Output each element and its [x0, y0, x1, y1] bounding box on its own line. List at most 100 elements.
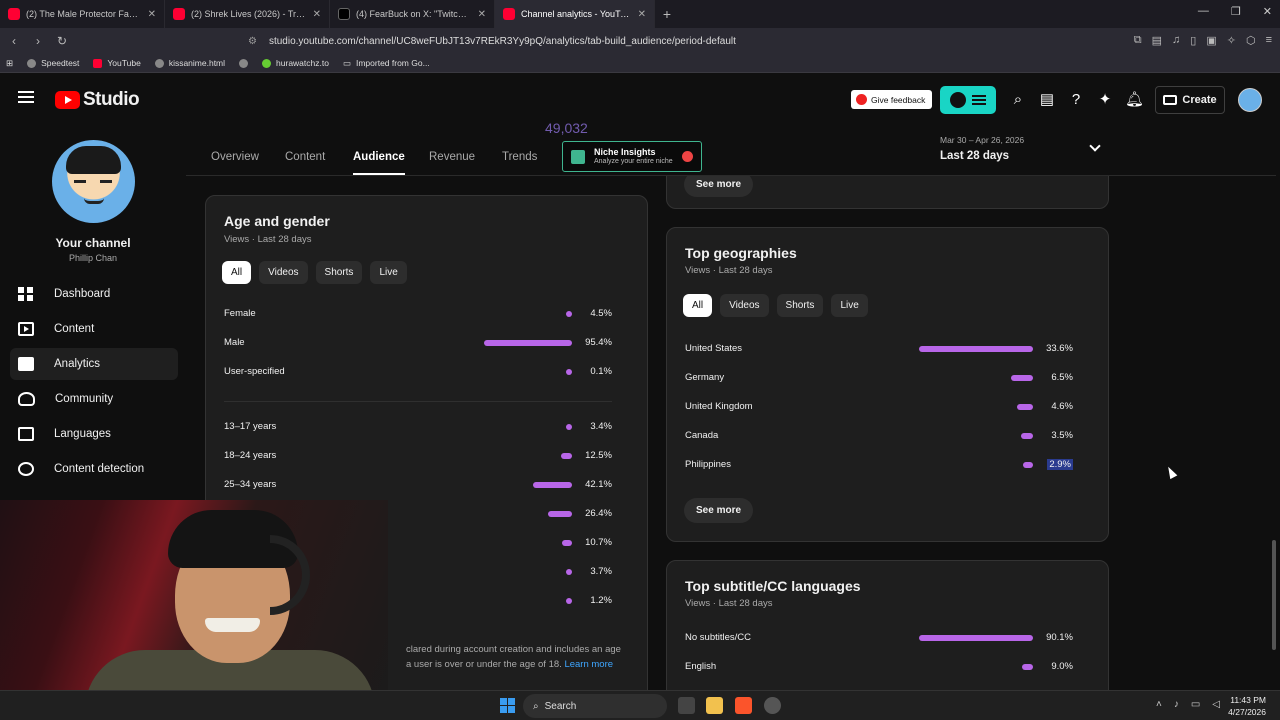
top-subtitle-languages-card: Top subtitle/CC languages Views · Last 2… [666, 560, 1109, 690]
close-icon[interactable]: ✕ [478, 9, 486, 20]
chip-videos[interactable]: Videos [259, 261, 308, 284]
browser-tab[interactable]: (4) FearBuck on X: "Twitch streamer✕ [330, 0, 495, 28]
taskbar-search[interactable]: ⌕ Search [523, 694, 667, 718]
see-more-button[interactable]: See more [684, 176, 754, 197]
music-icon[interactable]: ♫ [1172, 34, 1180, 47]
chip-shorts[interactable]: Shorts [776, 294, 824, 317]
maximize-icon[interactable]: ❐ [1231, 5, 1241, 18]
bookmark-kissanime[interactable]: kissanime.html [154, 58, 225, 68]
list-item: 25–34 years 42.1% [224, 477, 612, 493]
chip-videos[interactable]: Videos [720, 294, 769, 317]
niche-badge-icon [682, 151, 693, 162]
row-label: Male [224, 337, 245, 348]
forward-icon[interactable]: › [28, 34, 48, 48]
row-value: 3.4% [590, 421, 612, 432]
row-label: 18–24 years [224, 450, 277, 461]
tab-audience[interactable]: Audience [353, 151, 405, 175]
back-icon[interactable]: ‹ [4, 34, 24, 48]
channel-avatar[interactable] [52, 140, 135, 223]
list-item: No subtitles/CC 90.1% [685, 630, 1073, 646]
list-item: Germany 6.5% [685, 370, 1073, 386]
niche-insights-button[interactable]: Niche Insights Analyze your entire niche [562, 141, 702, 172]
tab-trends[interactable]: Trends [502, 151, 537, 163]
site-info-icon[interactable]: ⚙ [248, 36, 257, 47]
sidebar-item-analytics[interactable]: Analytics [10, 348, 178, 380]
sidebar-item-content[interactable]: Content [10, 313, 178, 345]
sidebar-item-community[interactable]: Community [10, 383, 178, 415]
menu-icon[interactable]: ≡ [1266, 34, 1272, 47]
give-feedback-button[interactable]: Give feedback [851, 90, 932, 109]
extension-button[interactable] [940, 86, 996, 114]
account-avatar[interactable] [1238, 88, 1262, 112]
notifications-bell-icon[interactable]: 🔔︎ [1125, 91, 1144, 109]
file-explorer-icon[interactable] [706, 697, 723, 714]
tab-content[interactable]: Content [285, 151, 325, 163]
content-icon [18, 322, 34, 336]
reload-icon[interactable]: ↻ [52, 34, 72, 48]
help-icon[interactable]: ? [1067, 91, 1085, 109]
reader-icon[interactable]: ▤ [1152, 34, 1162, 47]
bookmark-youtube[interactable]: YouTube [93, 58, 141, 68]
create-button[interactable]: Create [1155, 86, 1225, 114]
close-icon[interactable]: ✕ [148, 9, 156, 20]
row-label: English [685, 661, 717, 672]
tab-revenue[interactable]: Revenue [429, 151, 475, 163]
search-icon[interactable]: ⌕ [1009, 91, 1027, 109]
bookmark-folder-imported[interactable]: ▭ Imported from Go... [343, 58, 430, 69]
network-icon[interactable]: ▭ [1191, 699, 1200, 710]
chevron-up-icon[interactable]: ˄ [1156, 699, 1162, 710]
app-icon[interactable] [764, 697, 781, 714]
percentage-bar [566, 424, 572, 430]
bookmark-speedtest[interactable]: Speedtest [27, 58, 79, 68]
sidebar-item-dashboard[interactable]: Dashboard [10, 278, 178, 310]
chevron-down-icon[interactable] [1089, 140, 1101, 152]
browser-tab[interactable]: (2) The Male Protector Fantasy | "Is It✕ [0, 0, 165, 28]
url-field[interactable]: ⚙ studio.youtube.com/channel/UC8weFUbJT1… [248, 32, 988, 51]
studio-logo[interactable]: Studio [55, 89, 140, 111]
analytics-icon [18, 357, 34, 371]
ai-icon[interactable]: ✧ [1227, 34, 1236, 47]
sparkle-icon[interactable]: ✦ [1096, 91, 1114, 109]
extensions-icon[interactable]: ⧉ [1134, 34, 1142, 47]
hamburger-menu-icon[interactable] [18, 91, 34, 103]
messages-icon[interactable]: ▤ [1038, 91, 1056, 109]
sidebar-icon[interactable]: ▯ [1190, 34, 1196, 47]
bookmark-hurawatch[interactable]: hurawatchz.to [262, 58, 329, 68]
close-window-icon[interactable]: ✕ [1263, 5, 1272, 18]
wallet-icon[interactable]: ▣ [1206, 34, 1216, 47]
bookmark-unnamed[interactable] [239, 58, 249, 68]
chip-shorts[interactable]: Shorts [315, 261, 363, 284]
chip-all[interactable]: All [222, 261, 252, 284]
task-view-icon[interactable] [678, 697, 695, 714]
microphone-icon[interactable]: ♪ [1174, 699, 1179, 710]
search-icon: ⌕ [533, 700, 539, 712]
row-value: 42.1% [585, 479, 612, 490]
windows-start-icon[interactable] [500, 698, 515, 713]
date-range-picker[interactable]: Mar 30 – Apr 26, 2026 Last 28 days [940, 135, 1024, 162]
learn-more-link[interactable]: Learn more [564, 659, 613, 670]
channel-name: Phillip Chan [68, 253, 118, 263]
minimize-icon[interactable]: — [1198, 5, 1209, 18]
row-label: Female [224, 308, 256, 319]
top-geographies-card: Top geographies Views · Last 28 days All… [666, 227, 1109, 542]
browser-tab[interactable]: (2) Shrek Lives (2026) - Trailer - YouTu… [165, 0, 330, 28]
new-tab-button[interactable]: + [655, 6, 679, 22]
close-icon[interactable]: ✕ [313, 9, 321, 20]
see-more-button[interactable]: See more [684, 498, 754, 523]
content-type-filter: All Videos Shorts Live [222, 261, 407, 284]
youtube-studio-favicon-icon [503, 8, 515, 20]
browser-tab-active[interactable]: Channel analytics - YouTube Studi✕ [495, 0, 655, 28]
sidebar-item-languages[interactable]: Languages [10, 418, 178, 450]
taskbar-clock[interactable]: 11:43 PM 4/27/2026 [1228, 694, 1266, 718]
chip-all[interactable]: All [683, 294, 713, 317]
close-icon[interactable]: ✕ [638, 9, 646, 20]
tab-overview[interactable]: Overview [211, 151, 259, 163]
vpn-icon[interactable]: ⬡ [1246, 34, 1256, 47]
sidebar-item-content-detection[interactable]: Content detection [10, 453, 178, 485]
page-scrollbar[interactable] [1272, 540, 1276, 650]
chip-live[interactable]: Live [370, 261, 407, 284]
chip-live[interactable]: Live [831, 294, 868, 317]
volume-icon[interactable]: ◁ [1212, 699, 1220, 710]
brave-browser-icon[interactable] [735, 697, 752, 714]
apps-grid-icon[interactable]: ⊞ [6, 58, 13, 69]
